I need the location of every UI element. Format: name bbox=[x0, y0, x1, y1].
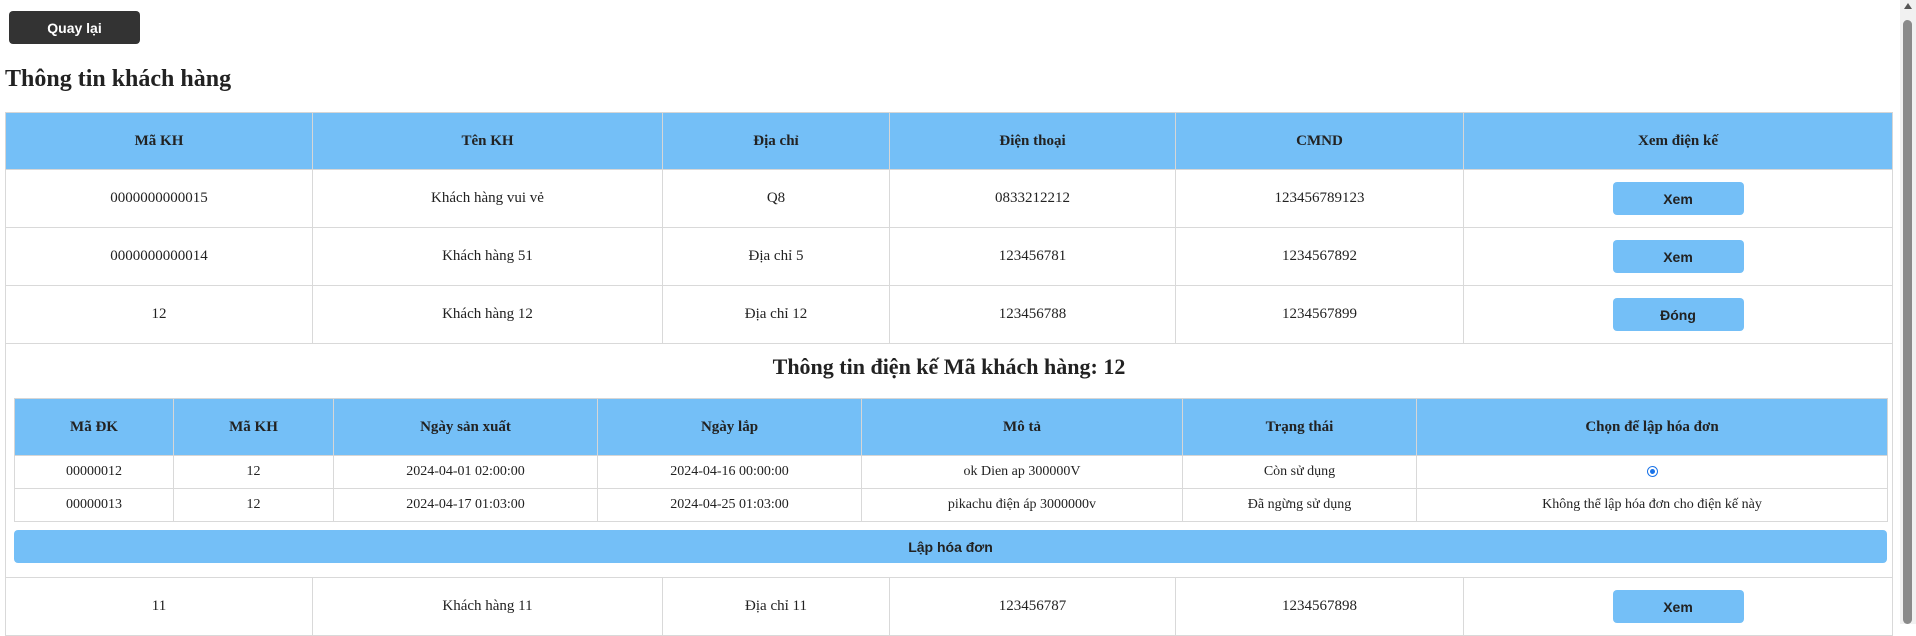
view-meter-button[interactable]: Xem bbox=[1612, 182, 1744, 215]
scroll-up-arrow-icon[interactable] bbox=[1904, 3, 1912, 9]
cell-installed: 2024-04-25 01:03:00 bbox=[597, 488, 862, 522]
col-header-manufactured: Ngày sản xuất bbox=[333, 398, 598, 456]
cell-action: Đóng bbox=[1463, 285, 1893, 344]
table-row: 12 Khách hàng 12 Địa chỉ 12 123456788 12… bbox=[5, 285, 1893, 344]
cell-customer-id: 12 bbox=[173, 455, 334, 489]
col-header-description: Mô tả bbox=[861, 398, 1183, 456]
cell-phone: 123456781 bbox=[889, 227, 1176, 286]
col-header-cmnd: CMND bbox=[1175, 112, 1464, 170]
meter-table-header: Mã ĐK Mã KH Ngày sản xuất Ngày lắp Mô tả… bbox=[14, 398, 1888, 456]
cell-description: pikachu điện áp 3000000v bbox=[861, 488, 1183, 522]
meter-row: 00000012 12 2024-04-01 02:00:00 2024-04-… bbox=[14, 455, 1888, 489]
select-meter-radio[interactable] bbox=[1646, 466, 1658, 478]
scrollbar-thumb[interactable] bbox=[1903, 20, 1912, 624]
cell-manufactured: 2024-04-17 01:03:00 bbox=[333, 488, 598, 522]
meter-detail-panel: Thông tin điện kế Mã khách hàng: 12 Mã Đ… bbox=[5, 343, 1893, 578]
cell-address: Địa chỉ 11 bbox=[662, 577, 890, 636]
col-header-status: Trạng thái bbox=[1182, 398, 1417, 456]
vertical-scrollbar[interactable] bbox=[1900, 0, 1916, 624]
cell-cmnd: 1234567892 bbox=[1175, 227, 1464, 286]
view-meter-button[interactable]: Xem bbox=[1612, 590, 1744, 623]
cell-customer-name: Khách hàng 12 bbox=[312, 285, 663, 344]
cell-meter-id: 00000012 bbox=[14, 455, 174, 489]
cell-action: Xem bbox=[1463, 577, 1893, 636]
cell-description: ok Dien ap 300000V bbox=[861, 455, 1183, 489]
cell-address: Q8 bbox=[662, 169, 890, 228]
cell-action: Xem bbox=[1463, 169, 1893, 228]
cell-address: Địa chỉ 5 bbox=[662, 227, 890, 286]
cell-cmnd: 1234567898 bbox=[1175, 577, 1464, 636]
cell-phone: 0833212212 bbox=[889, 169, 1176, 228]
cell-meter-id: 00000013 bbox=[14, 488, 174, 522]
meter-row: 00000013 12 2024-04-17 01:03:00 2024-04-… bbox=[14, 488, 1888, 522]
col-header-select: Chọn để lập hóa đơn bbox=[1416, 398, 1888, 456]
cell-customer-id: 12 bbox=[173, 488, 334, 522]
create-invoice-button[interactable]: Lập hóa đơn bbox=[14, 530, 1887, 563]
close-meter-button[interactable]: Đóng bbox=[1612, 298, 1744, 331]
cell-status: Còn sử dụng bbox=[1182, 455, 1417, 489]
col-header-customer-name: Tên KH bbox=[312, 112, 663, 170]
meter-detail-row: Thông tin điện kế Mã khách hàng: 12 Mã Đ… bbox=[5, 343, 1893, 578]
cell-customer-id: 0000000000014 bbox=[5, 227, 313, 286]
col-header-installed: Ngày lắp bbox=[597, 398, 862, 456]
col-header-address: Địa chỉ bbox=[662, 112, 890, 170]
cell-phone: 123456787 bbox=[889, 577, 1176, 636]
table-row: 0000000000015 Khách hàng vui vẻ Q8 08332… bbox=[5, 169, 1893, 228]
cell-manufactured: 2024-04-01 02:00:00 bbox=[333, 455, 598, 489]
cell-customer-id: 0000000000015 bbox=[5, 169, 313, 228]
view-meter-button[interactable]: Xem bbox=[1612, 240, 1744, 273]
cell-phone: 123456788 bbox=[889, 285, 1176, 344]
cell-status: Đã ngừng sử dụng bbox=[1182, 488, 1417, 522]
customer-table-header: Mã KH Tên KH Địa chỉ Điện thoại CMND Xem… bbox=[5, 112, 1893, 170]
cell-action: Xem bbox=[1463, 227, 1893, 286]
col-header-phone: Điện thoại bbox=[889, 112, 1176, 170]
col-header-view-meter: Xem điện kế bbox=[1463, 112, 1893, 170]
cell-customer-name: Khách hàng 51 bbox=[312, 227, 663, 286]
cell-address: Địa chỉ 12 bbox=[662, 285, 890, 344]
cell-cmnd: 1234567899 bbox=[1175, 285, 1464, 344]
cell-select bbox=[1416, 455, 1888, 489]
cell-customer-id: 11 bbox=[5, 577, 313, 636]
customer-table: Mã KH Tên KH Địa chỉ Điện thoại CMND Xem… bbox=[5, 112, 1893, 636]
col-header-meter-id: Mã ĐK bbox=[14, 398, 174, 456]
cell-customer-name: Khách hàng 11 bbox=[312, 577, 663, 636]
cell-customer-name: Khách hàng vui vẻ bbox=[312, 169, 663, 228]
table-row: 11 Khách hàng 11 Địa chỉ 11 123456787 12… bbox=[5, 577, 1893, 636]
back-button[interactable]: Quay lại bbox=[9, 11, 140, 44]
meter-detail-title: Thông tin điện kế Mã khách hàng: 12 bbox=[772, 354, 1126, 379]
table-row: 0000000000014 Khách hàng 51 Địa chỉ 5 12… bbox=[5, 227, 1893, 286]
cell-cmnd: 123456789123 bbox=[1175, 169, 1464, 228]
meter-table: Mã ĐK Mã KH Ngày sản xuất Ngày lắp Mô tả… bbox=[14, 398, 1888, 522]
page-title: Thông tin khách hàng bbox=[5, 66, 232, 92]
cell-select-unavailable: Không thể lập hóa đơn cho điện kế này bbox=[1416, 488, 1888, 522]
cell-customer-id: 12 bbox=[5, 285, 313, 344]
cell-installed: 2024-04-16 00:00:00 bbox=[597, 455, 862, 489]
col-header-customer-id: Mã KH bbox=[5, 112, 313, 170]
col-header-customer-id: Mã KH bbox=[173, 398, 334, 456]
